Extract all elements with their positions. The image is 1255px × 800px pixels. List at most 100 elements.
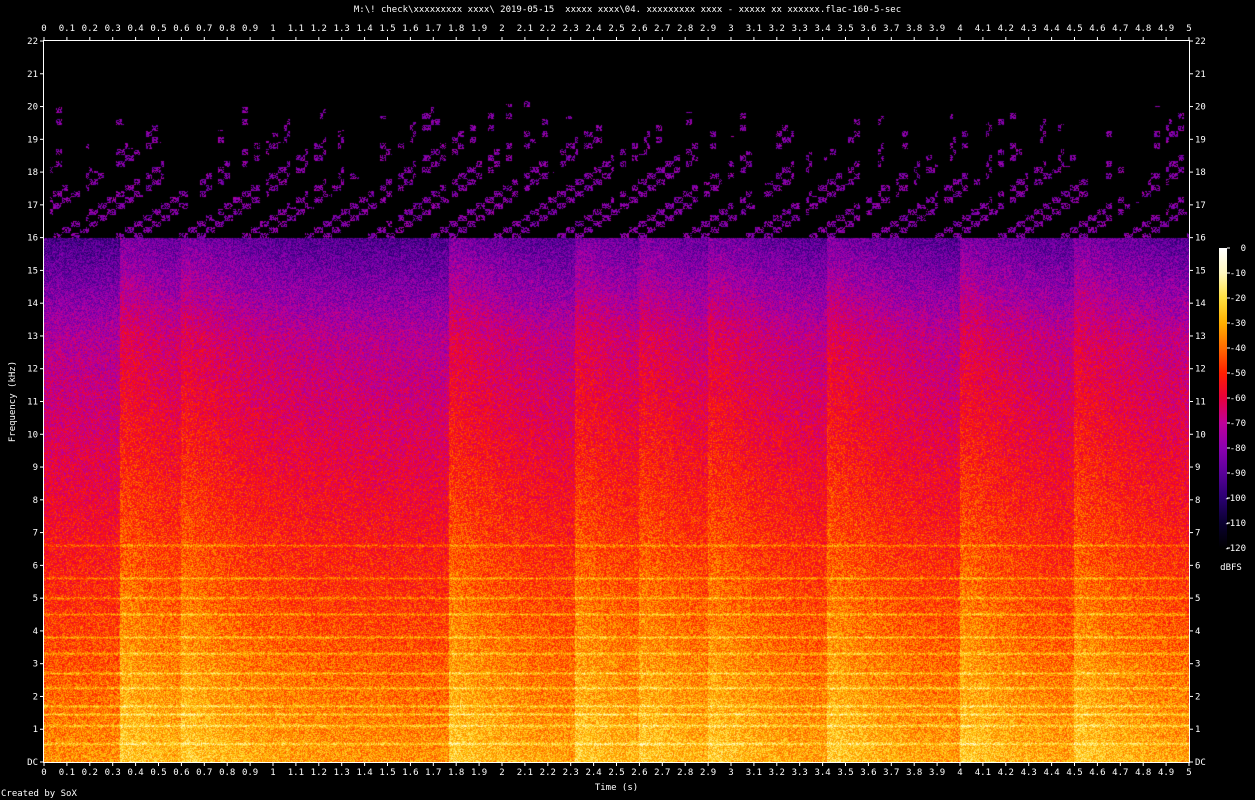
x-tick-label: 0.9 <box>242 24 258 34</box>
x-tick-label: 4.5 <box>1066 24 1082 34</box>
x-tick-label: 2 <box>499 768 504 778</box>
x-tick-label: 2.7 <box>654 768 670 778</box>
x-tick-label: 1.1 <box>288 24 304 34</box>
y-axis-left: DC12345678910111213141516171819202122 <box>27 37 43 768</box>
spectrogram-image <box>44 41 1189 762</box>
y-tick-label: 12 <box>27 365 38 375</box>
y-tick-label: 22 <box>1195 37 1206 47</box>
x-tick-label: 4.3 <box>1021 768 1037 778</box>
y-tick-label: 22 <box>27 37 38 47</box>
x-tick-label: 1 <box>270 24 275 34</box>
x-tick-label: 2.6 <box>631 768 647 778</box>
y-tick-label: 6 <box>33 561 38 571</box>
credit-text: Created by SoX <box>1 789 77 799</box>
y-tick-label: 8 <box>33 496 38 506</box>
x-tick-label: 2.9 <box>700 24 716 34</box>
x-tick-label: 4.1 <box>975 768 991 778</box>
x-tick-label: 2.1 <box>517 24 533 34</box>
spectrogram-plot <box>43 40 1190 763</box>
x-tick-label: 4.9 <box>1158 768 1174 778</box>
y-tick-label: 15 <box>1195 266 1206 276</box>
colorbar-label: dBFS <box>1220 563 1242 573</box>
x-tick-label: 2.1 <box>517 768 533 778</box>
y-tick-label: 9 <box>33 463 38 473</box>
x-tick-label: 1 <box>270 768 275 778</box>
x-tick-label: 4.8 <box>1135 768 1151 778</box>
y-tick-label: 10 <box>27 430 38 440</box>
y-tick-label: 4 <box>33 627 38 637</box>
colorbar-tick-label: -110 <box>1224 519 1246 529</box>
x-tick-label: 2.8 <box>677 768 693 778</box>
y-tick-label: 7 <box>33 529 38 539</box>
x-tick-label: 3.9 <box>929 24 945 34</box>
y-tick-label: 3 <box>1195 660 1200 670</box>
x-tick-label: 4.4 <box>1043 24 1059 34</box>
y-axis-label: Frequency (kHz) <box>8 361 18 442</box>
y-tick-label: 16 <box>1195 234 1206 244</box>
x-tick-label: 3.6 <box>860 24 876 34</box>
x-tick-label: 3.4 <box>814 768 830 778</box>
y-tick-label: 5 <box>1195 594 1200 604</box>
x-tick-label: 3.2 <box>769 768 785 778</box>
y-tick-label: 13 <box>27 332 38 342</box>
x-tick-label: 0.2 <box>82 24 98 34</box>
x-tick-label: 2.6 <box>631 24 647 34</box>
x-tick-label: 4.1 <box>975 24 991 34</box>
x-tick-label: 4.7 <box>1112 768 1128 778</box>
x-tick-label: 3.8 <box>906 768 922 778</box>
colorbar-tick-label: -10 <box>1230 269 1246 279</box>
y-tick-label: 10 <box>1195 430 1206 440</box>
x-tick-label: 3.8 <box>906 24 922 34</box>
x-tick-label: 2.2 <box>540 24 556 34</box>
x-tick-label: 1.8 <box>448 24 464 34</box>
y-tick-label: 3 <box>33 660 38 670</box>
colorbar-tick-label: -60 <box>1230 394 1246 404</box>
x-tick-label: 1.7 <box>425 768 441 778</box>
y-tick-label: 17 <box>1195 201 1206 211</box>
x-tick-label: 1.4 <box>356 24 372 34</box>
y-tick-label: 11 <box>27 398 38 408</box>
x-tick-label: 2.5 <box>608 24 624 34</box>
x-tick-label: 0.8 <box>219 768 235 778</box>
x-tick-label: 4.2 <box>998 768 1014 778</box>
x-tick-label: 3.7 <box>883 24 899 34</box>
x-axis-top: 0 0.1 0.2 0.3 0.4 0.5 0.6 0.7 0.8 0.9 1 1.1 1.2 1.3 1.… <box>41 24 1192 40</box>
x-tick-label: 0.9 <box>242 768 258 778</box>
y-tick-label: 21 <box>27 70 38 80</box>
x-tick-label: 3.3 <box>792 24 808 34</box>
x-axis-bottom: 0 0.1 0.2 0.3 0.4 0.5 0.6 0.7 0.8 0.9 1 1.1 1.2 1.3 1.… <box>41 763 1192 778</box>
colorbar-tick-label: -120 <box>1224 544 1246 554</box>
x-tick-label: 1.2 <box>311 768 327 778</box>
colorbar-tick-label: -50 <box>1230 369 1246 379</box>
x-tick-label: 1.6 <box>402 24 418 34</box>
x-tick-label: 1.6 <box>402 768 418 778</box>
y-tick-label: 21 <box>1195 70 1206 80</box>
y-tick-label: 16 <box>27 234 38 244</box>
x-tick-label: 1.3 <box>334 768 350 778</box>
x-tick-label: 3.4 <box>814 24 830 34</box>
y-tick-label: 15 <box>27 266 38 276</box>
x-tick-label: 0.1 <box>59 24 75 34</box>
y-tick-label: 14 <box>1195 299 1206 309</box>
x-tick-label: 3 <box>728 768 733 778</box>
x-tick-label: 2.3 <box>563 24 579 34</box>
x-tick-label: 5 <box>1186 24 1191 34</box>
y-tick-label: 1 <box>33 725 38 735</box>
x-tick-label: 2.4 <box>585 768 601 778</box>
y-tick-label: 1 <box>1195 725 1200 735</box>
x-tick-label: 1.7 <box>425 24 441 34</box>
x-tick-label: 4.3 <box>1021 24 1037 34</box>
x-tick-label: 5 <box>1186 768 1191 778</box>
x-tick-label: 3.6 <box>860 768 876 778</box>
x-tick-label: 4 <box>957 24 962 34</box>
x-tick-label: 3.7 <box>883 768 899 778</box>
x-tick-label: 0.6 <box>173 768 189 778</box>
colorbar-tick-label: -90 <box>1230 469 1246 479</box>
x-tick-label: 2.8 <box>677 24 693 34</box>
x-tick-label: 2.9 <box>700 768 716 778</box>
x-tick-label: 0 <box>41 24 46 34</box>
x-tick-label: 4.6 <box>1089 768 1105 778</box>
colorbar-tick-label: 0 <box>1241 244 1246 254</box>
colorbar: 0 -10 -20 -30 -40 -50 -60 -70 -80 -90 -100 -110 -120… <box>1219 244 1246 573</box>
spectrogram-canvas <box>44 41 1189 762</box>
